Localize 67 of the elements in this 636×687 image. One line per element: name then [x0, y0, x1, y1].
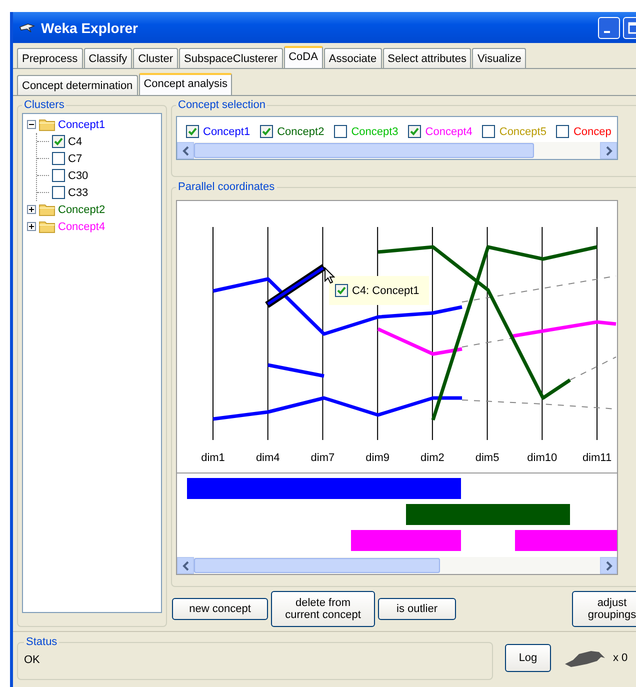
status-text: OK — [24, 654, 40, 666]
axis-label: dim10 — [527, 452, 558, 464]
checkbox[interactable] — [334, 125, 348, 138]
checkbox[interactable] — [52, 152, 65, 165]
checkbox[interactable] — [260, 125, 274, 138]
group-title: Clusters — [23, 99, 66, 111]
tab[interactable]: Visualize — [472, 48, 526, 68]
tab[interactable]: Concept determination — [17, 75, 138, 95]
window-title: Weka Explorer — [41, 20, 140, 36]
expand-icon[interactable] — [27, 222, 36, 231]
horizontal-scrollbar[interactable] — [177, 142, 617, 159]
tree-item[interactable]: C4 — [68, 136, 82, 148]
group-title: Status — [25, 636, 58, 648]
bird-icon — [563, 648, 607, 668]
tree-item[interactable]: Concept2 — [58, 204, 106, 216]
checkbox[interactable] — [335, 284, 348, 297]
tooltip-text: C4: Concept1 — [352, 284, 420, 296]
checkbox[interactable] — [556, 125, 570, 138]
horizontal-scrollbar[interactable] — [177, 557, 617, 574]
checkbox[interactable] — [482, 125, 496, 138]
tab[interactable]: Classify — [84, 48, 132, 68]
concept-label[interactable]: Concept2 — [277, 126, 324, 138]
group-title: Concept selection — [177, 99, 266, 111]
tab[interactable]: Preprocess — [17, 48, 83, 68]
tree-item[interactable]: Concept1 — [58, 118, 106, 130]
scroll-thumb[interactable] — [194, 143, 534, 158]
checkbox[interactable] — [186, 125, 199, 138]
log-button[interactable]: Log — [505, 644, 551, 672]
axis-label: dim9 — [366, 452, 390, 464]
action-button[interactable]: delete from current concept — [271, 591, 375, 627]
checkbox[interactable] — [408, 125, 422, 138]
folder-icon — [39, 203, 55, 216]
tab[interactable]: Associate — [324, 48, 382, 68]
tree-item[interactable]: C30 — [68, 170, 88, 182]
tab[interactable]: Select attributes — [382, 48, 472, 68]
axis-label: dim1 — [201, 452, 225, 464]
tree-item[interactable]: C7 — [68, 152, 82, 164]
collapse-icon[interactable] — [27, 120, 36, 129]
bird-icon — [19, 22, 35, 34]
action-button[interactable]: adjust groupings — [572, 591, 636, 627]
tab[interactable]: SubspaceClusterer — [179, 48, 283, 68]
axis-label: dim5 — [475, 452, 500, 464]
scroll-thumb[interactable] — [194, 558, 440, 573]
checkbox[interactable] — [52, 186, 65, 199]
tab[interactable]: Concept analysis — [138, 73, 232, 95]
tree-item[interactable]: C33 — [68, 186, 88, 198]
axis-label: dim7 — [310, 452, 335, 464]
axis-label: dim2 — [420, 452, 444, 464]
tab[interactable]: CoDA — [284, 46, 323, 68]
checkbox[interactable] — [52, 135, 65, 148]
expand-icon[interactable] — [27, 205, 36, 214]
minimize-button[interactable] — [598, 16, 620, 38]
minimize-icon — [604, 30, 610, 32]
folder-icon — [39, 118, 55, 131]
tab[interactable]: Cluster — [133, 48, 178, 68]
highlighted-line — [265, 264, 326, 308]
axis-label: dim4 — [256, 452, 280, 464]
folder-icon — [39, 220, 55, 233]
group-title: Parallel coordinates — [177, 181, 276, 193]
task-count: x 0 — [613, 652, 628, 664]
concept-label[interactable]: Concep — [573, 126, 612, 138]
axis-label: dim11 — [582, 452, 612, 464]
checkbox[interactable] — [52, 169, 65, 182]
concept-label[interactable]: Concept1 — [203, 126, 250, 138]
action-button[interactable]: is outlier — [378, 598, 456, 620]
action-button[interactable]: new concept — [172, 598, 268, 620]
cursor-icon — [324, 267, 335, 284]
